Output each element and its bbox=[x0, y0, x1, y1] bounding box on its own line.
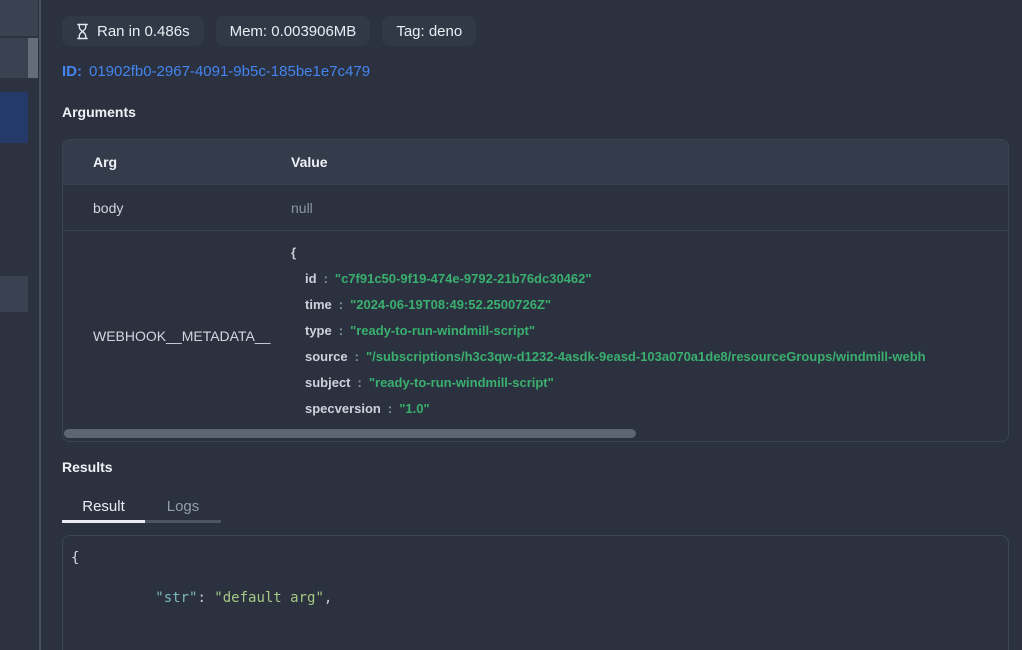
sidebar-node-fragment[interactable] bbox=[0, 276, 28, 312]
arguments-section-title: Arguments bbox=[62, 104, 136, 120]
result-open-brace: { bbox=[71, 548, 1008, 568]
webhook-metadata-json-viewer: { id:"c7f91c50-9f19-474e-9792-21b76dc304… bbox=[291, 231, 1008, 441]
arg-name-body: body bbox=[63, 200, 291, 216]
json-entry-subject: subject:"ready-to-run-windmill-script" bbox=[291, 370, 1008, 396]
runtime-badge: Ran in 0.486s bbox=[62, 16, 204, 46]
column-header-arg: Arg bbox=[63, 154, 291, 170]
arguments-table: Arg Value body null WEBHOOK__METADATA__ … bbox=[62, 139, 1009, 442]
tab-logs[interactable]: Logs bbox=[145, 492, 221, 523]
json-open-brace: { bbox=[291, 240, 1008, 266]
arguments-table-header: Arg Value bbox=[63, 140, 1008, 184]
job-id-value[interactable]: 01902fb0-2967-4091-9b5c-185be1e7c479 bbox=[89, 63, 370, 80]
column-header-value: Value bbox=[291, 154, 1008, 170]
table-row: WEBHOOK__METADATA__ { id:"c7f91c50-9f19-… bbox=[63, 230, 1008, 441]
results-tabs: Result Logs bbox=[62, 492, 221, 523]
table-row: body null bbox=[63, 184, 1008, 230]
result-entry-union: "union": "Hello World" bbox=[71, 628, 1008, 650]
json-entry-time: time:"2024-06-19T08:49:52.2500726Z" bbox=[291, 292, 1008, 318]
json-entry-source: source:"/subscriptions/h3c3qw-d1232-4asd… bbox=[291, 344, 1008, 370]
memory-badge: Mem: 0.003906MB bbox=[216, 16, 371, 46]
run-stats-badges: Ran in 0.486s Mem: 0.003906MB Tag: deno bbox=[62, 16, 476, 46]
result-entry-str: "str": "default arg", bbox=[71, 568, 1008, 628]
memory-badge-label: Mem: 0.003906MB bbox=[230, 23, 357, 40]
tag-badge: Tag: deno bbox=[382, 16, 476, 46]
sidebar-top-panel bbox=[0, 0, 38, 37]
tab-result[interactable]: Result bbox=[62, 492, 145, 523]
job-id-label: ID: bbox=[62, 63, 82, 80]
tag-badge-label: Tag: deno bbox=[396, 23, 462, 40]
arg-value-null: null bbox=[291, 200, 1008, 216]
sidebar-selected-node[interactable] bbox=[0, 92, 28, 143]
result-json-viewer: { "str": "default arg", "union": "Hello … bbox=[62, 535, 1009, 650]
horizontal-scrollbar-thumb[interactable] bbox=[64, 429, 636, 438]
hourglass-icon bbox=[76, 23, 89, 40]
results-section-title: Results bbox=[62, 459, 113, 475]
job-run-detail-panel: Ran in 0.486s Mem: 0.003906MB Tag: deno … bbox=[43, 0, 1022, 650]
runtime-badge-label: Ran in 0.486s bbox=[97, 23, 190, 40]
job-id-line: ID: 01902fb0-2967-4091-9b5c-185be1e7c479 bbox=[62, 63, 370, 80]
json-entry-type: type:"ready-to-run-windmill-script" bbox=[291, 318, 1008, 344]
sidebar-scrollbar-thumb[interactable] bbox=[28, 38, 38, 78]
sidebar-panel-fragment[interactable] bbox=[0, 38, 28, 78]
json-entry-specversion: specversion:"1.0" bbox=[291, 396, 1008, 422]
arg-name-webhook-metadata: WEBHOOK__METADATA__ bbox=[63, 231, 291, 441]
json-entry-id: id:"c7f91c50-9f19-474e-9792-21b76dc30462… bbox=[291, 266, 1008, 292]
left-sidebar-strip bbox=[0, 0, 41, 650]
